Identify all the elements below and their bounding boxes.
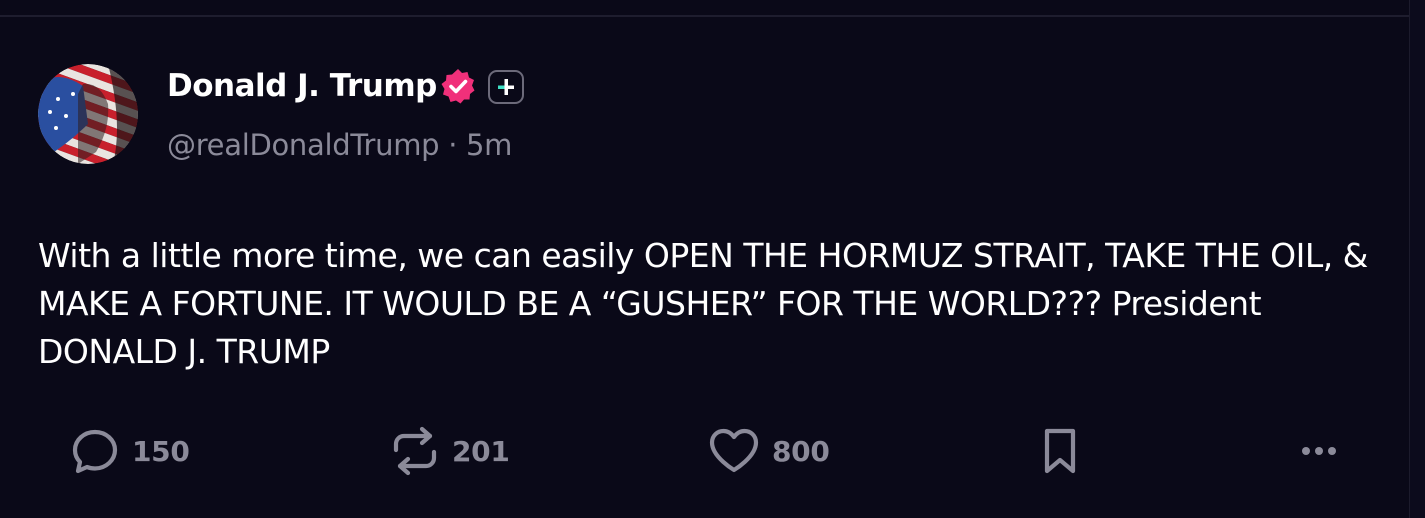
- meta-separator: ·: [448, 128, 458, 162]
- repost-count: 201: [452, 434, 510, 468]
- bookmark-button[interactable]: [1038, 425, 1082, 477]
- repost-icon: [393, 426, 437, 476]
- author-meta: @realDonaldTrump · 5m: [167, 126, 512, 164]
- post-time[interactable]: 5m: [466, 128, 512, 162]
- reply-button[interactable]: 150: [70, 425, 190, 477]
- reply-icon: [72, 429, 118, 474]
- verified-badge-icon: [439, 67, 477, 105]
- author-handle[interactable]: @realDonaldTrump: [167, 128, 440, 162]
- like-count: 800: [772, 434, 830, 468]
- heart-icon: [709, 428, 759, 473]
- more-button[interactable]: [1296, 425, 1346, 477]
- like-button[interactable]: 800: [708, 425, 830, 477]
- avatar[interactable]: [38, 64, 138, 164]
- post-text: With a little more time, we can easily O…: [38, 236, 1368, 371]
- more-icon: [1302, 447, 1336, 455]
- reply-count: 150: [132, 434, 190, 468]
- scrollbar-track[interactable]: [1409, 0, 1425, 518]
- repost-button[interactable]: 201: [390, 425, 510, 477]
- display-name[interactable]: Donald J. Trump: [167, 67, 437, 105]
- avatar-flag-portrait-icon: [38, 64, 138, 164]
- plus-badge-icon: [488, 70, 524, 104]
- bookmark-icon: [1044, 428, 1076, 474]
- top-divider: [0, 15, 1409, 17]
